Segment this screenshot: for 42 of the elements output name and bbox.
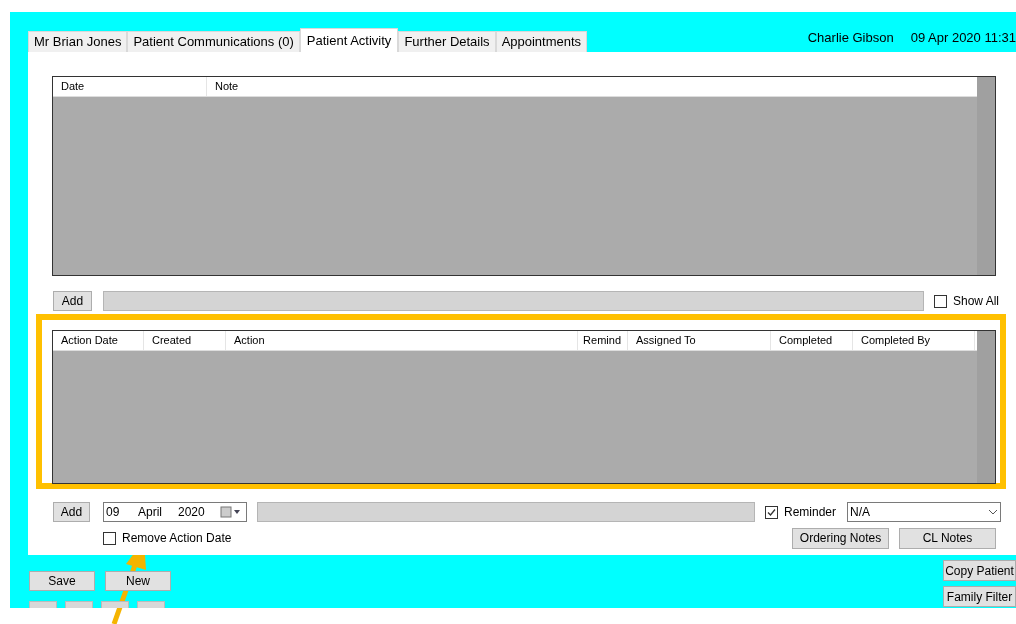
assigned-dropdown[interactable]: N/A (847, 502, 1002, 522)
checkbox-label: Remove Action Date (122, 530, 232, 547)
checkbox[interactable] (103, 531, 116, 545)
column-header[interactable]: Remind (578, 331, 628, 350)
column-header[interactable]: Assigned To (628, 331, 771, 350)
blank-button[interactable] (101, 601, 129, 608)
column-header[interactable]: Completed By (853, 331, 975, 350)
checkbox[interactable] (765, 505, 778, 519)
tab[interactable]: Patient Activity (299, 28, 399, 52)
action-input-field[interactable] (257, 502, 755, 522)
tab[interactable]: Appointments (495, 31, 588, 52)
checkbox[interactable] (934, 294, 947, 308)
user-name: Charlie Gibson (807, 29, 894, 47)
date-picker[interactable]: 09 April 2020 (103, 502, 247, 522)
footer-button[interactable]: New (105, 571, 171, 591)
tab[interactable]: Mr Brian Jones (28, 31, 128, 52)
add-button[interactable]: Add (53, 502, 90, 522)
tab[interactable]: Patient Communications (0) (127, 31, 300, 52)
blank-button[interactable] (65, 601, 93, 608)
add-button[interactable]: Add (53, 291, 92, 311)
column-header[interactable]: Created (144, 331, 226, 350)
note-input-field[interactable] (103, 291, 924, 311)
date-time: 09 Apr 2020 11:31 (910, 29, 1016, 47)
column-header[interactable]: Completed (771, 331, 853, 350)
notes-button[interactable]: Ordering Notes (792, 527, 889, 549)
column-header[interactable]: Note (207, 77, 977, 96)
scrollbar-track[interactable] (977, 77, 995, 275)
checkbox-label: Reminder (784, 504, 837, 521)
column-header[interactable]: Date (53, 77, 207, 96)
blank-button[interactable] (137, 601, 165, 608)
side-button[interactable]: Copy Patient (943, 560, 1016, 581)
tab[interactable]: Further Details (398, 31, 496, 52)
side-button[interactable]: Family Filter (943, 586, 1016, 607)
chevron-down-icon (988, 509, 999, 515)
column-header[interactable]: Action (226, 331, 578, 350)
footer-button[interactable]: Save (29, 571, 95, 591)
blank-button[interactable] (29, 601, 57, 608)
notes-button[interactable]: CL Notes (899, 527, 996, 549)
checkbox-label: Show All (953, 293, 1000, 310)
calendar-icon[interactable] (220, 506, 242, 518)
column-header[interactable]: Action Date (53, 331, 144, 350)
scrollbar-track[interactable] (977, 331, 995, 483)
